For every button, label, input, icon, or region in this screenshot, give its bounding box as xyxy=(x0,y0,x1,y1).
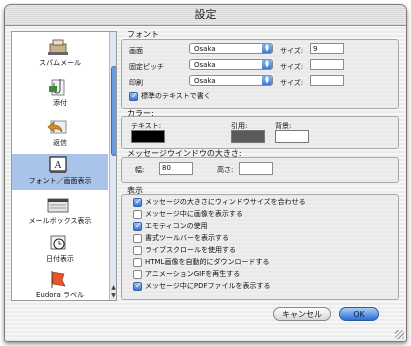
height-field[interactable] xyxy=(239,162,273,175)
checkmark-icon: ✓ xyxy=(135,281,142,290)
checkbox[interactable] xyxy=(133,210,142,219)
sidebar-item-attachment[interactable]: 添付 xyxy=(12,76,108,112)
font-row-label-print: 印刷 xyxy=(129,79,143,87)
background-color-swatch[interactable] xyxy=(275,130,309,143)
resize-grip-icon[interactable] xyxy=(395,330,404,339)
cancel-button[interactable]: キャンセル xyxy=(273,307,331,321)
select-arrows-icon: ▲ ▼ xyxy=(262,60,272,69)
print-font-size-field[interactable] xyxy=(310,75,344,86)
checkbox[interactable]: ✓ xyxy=(133,221,142,231)
scroll-down-arrow-icon[interactable]: ▼ xyxy=(110,292,116,300)
spam-icon xyxy=(48,39,68,55)
sidebar-item-label: 返信 xyxy=(53,139,67,147)
ok-button[interactable]: OK xyxy=(339,307,379,321)
clock-icon xyxy=(50,235,66,250)
checkbox[interactable] xyxy=(133,258,142,267)
checkbox[interactable]: ✓ xyxy=(133,281,142,291)
checkbox[interactable]: ✓ xyxy=(133,197,142,207)
reply-icon xyxy=(47,120,67,134)
sidebar-item-reply[interactable]: 返信 xyxy=(12,116,108,152)
fixed-font-select[interactable]: Osaka ▲ ▼ xyxy=(189,59,273,70)
sidebar-item-label: 日付表示 xyxy=(46,255,74,263)
sidebar-item-font-display[interactable]: A フォント／画面表示 xyxy=(12,154,108,190)
fixed-font-size-field[interactable] xyxy=(310,59,344,70)
attachment-icon xyxy=(49,79,65,96)
svg-text:A: A xyxy=(54,160,62,171)
category-sidebar: スパムメール 添付 返信 A フォント／画面表示 メールボックス表示 日付表示 … xyxy=(11,31,117,301)
print-font-select[interactable]: Osaka ▲ ▼ xyxy=(189,75,273,86)
size-label-fixed: サイズ: xyxy=(280,63,304,71)
scrollbar-thumb[interactable] xyxy=(111,66,116,156)
select-arrows-icon: ▲ ▼ xyxy=(262,76,272,85)
window-title: 設定 xyxy=(194,8,217,21)
font-row-label-screen: 画面 xyxy=(129,47,143,55)
sidebar-item-spam[interactable]: スパムメール xyxy=(12,36,108,72)
checkbox[interactable] xyxy=(133,270,142,279)
width-label: 幅: xyxy=(135,166,145,174)
title-bar[interactable]: 設定 xyxy=(5,5,406,26)
font-row-label-fixed: 固定ピッチ xyxy=(129,63,164,71)
sidebar-item-label: スパムメール xyxy=(39,59,81,67)
checkbox[interactable]: ✓ xyxy=(129,91,138,101)
sidebar-item-label: メールボックス表示 xyxy=(28,217,92,225)
checkmark-icon: ✓ xyxy=(131,91,138,100)
checkbox[interactable] xyxy=(133,246,142,255)
quote-color-swatch[interactable] xyxy=(231,130,265,143)
select-arrows-icon: ▲ ▼ xyxy=(262,44,272,53)
text-color-swatch[interactable] xyxy=(131,130,165,143)
scroll-up-arrow-icon[interactable]: ▲ xyxy=(110,284,116,292)
mailbox-icon xyxy=(47,198,69,213)
sidebar-item-label: 添付 xyxy=(53,99,67,107)
checkbox[interactable] xyxy=(133,234,142,243)
sidebar-item-label: Eudora ラベル xyxy=(36,291,84,299)
checkmark-icon: ✓ xyxy=(135,221,142,230)
preferences-window: 設定 スパムメール 添付 返信 A フォント／画面表示 メールボックス表示 日付… xyxy=(4,4,407,342)
height-label: 高さ: xyxy=(217,166,234,174)
size-label-print: サイズ: xyxy=(280,79,304,87)
sidebar-scrollbar[interactable]: ▲ ▼ xyxy=(109,32,116,300)
sidebar-item-label: フォント／画面表示 xyxy=(28,177,92,185)
size-label-screen: サイズ: xyxy=(280,47,304,55)
screen-font-select[interactable]: Osaka ▲ ▼ xyxy=(189,43,273,54)
sidebar-item-date[interactable]: 日付表示 xyxy=(12,232,108,268)
label-flag-icon xyxy=(51,271,66,288)
sidebar-item-eudora-label[interactable]: Eudora ラベル xyxy=(12,268,108,300)
font-display-icon: A xyxy=(49,156,67,173)
width-field[interactable]: 80 xyxy=(159,162,193,175)
screen-font-size-field[interactable]: 9 xyxy=(310,43,344,54)
sidebar-item-mailbox[interactable]: メールボックス表示 xyxy=(12,194,108,230)
checkmark-icon: ✓ xyxy=(135,197,142,206)
